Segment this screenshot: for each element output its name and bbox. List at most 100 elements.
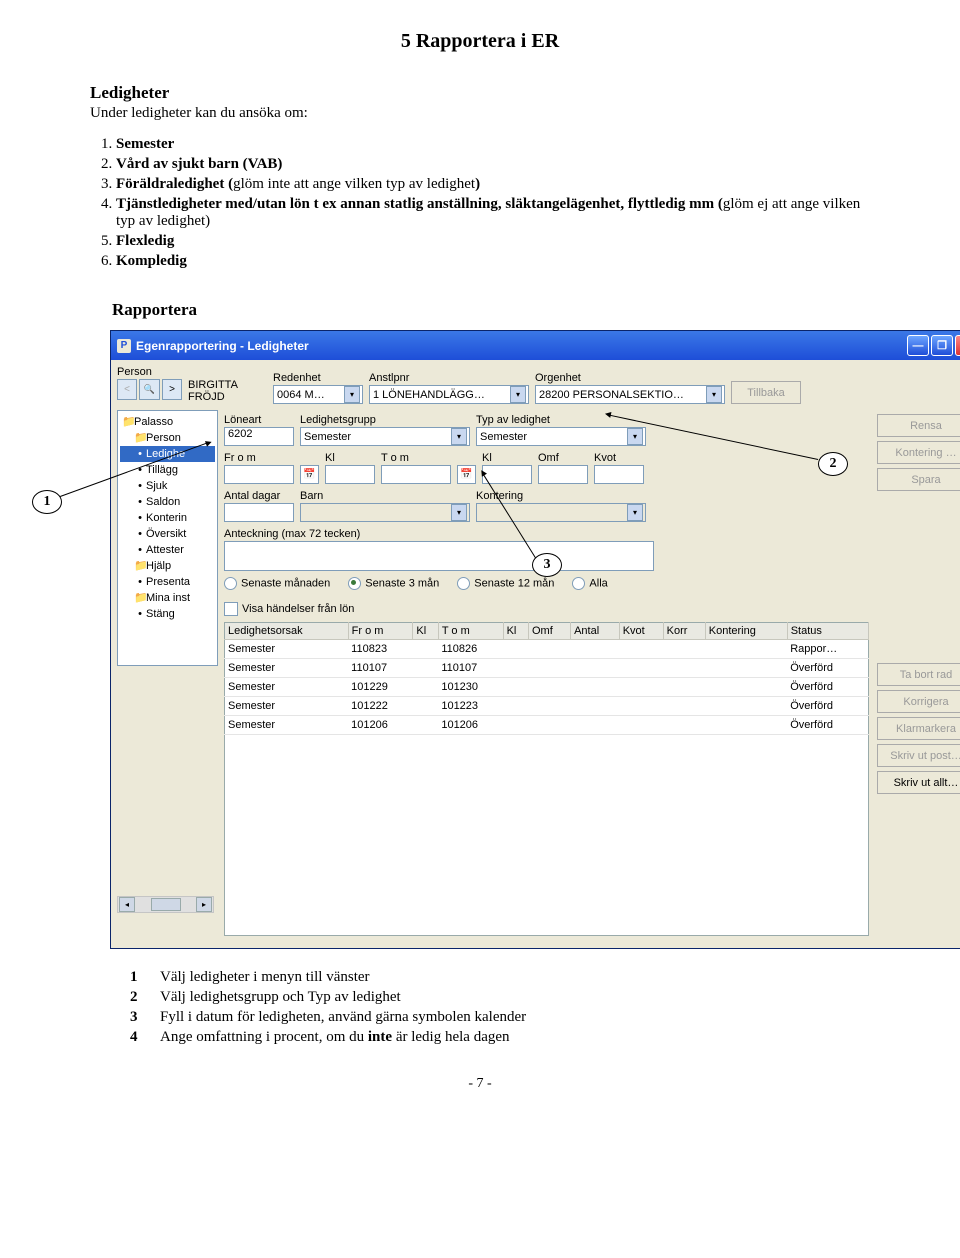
table-cell (503, 678, 528, 697)
omf-input[interactable] (538, 465, 588, 484)
ledigheter-grid[interactable]: Ledighetsorsak Fr o m Kl T o m Kl Omf An… (224, 622, 869, 735)
rensa-button[interactable]: Rensa (877, 414, 960, 437)
search-icon[interactable]: 🔍 (139, 379, 160, 400)
kontering-label: Kontering (476, 490, 646, 502)
col-header[interactable]: Status (787, 623, 868, 640)
radio-senaste-12[interactable]: Senaste 12 mån (457, 577, 554, 590)
kontering-button[interactable]: Kontering … (877, 441, 960, 464)
tree-item[interactable]: •Översikt (120, 526, 215, 542)
orgenhet-select[interactable]: 28200 PERSONALSEKTIO…▾ (535, 385, 725, 404)
list-item: Kompledig (116, 253, 187, 269)
doc-title: 5 Rapportera i ER (90, 30, 870, 53)
calendar-icon[interactable]: 📅 (300, 465, 319, 484)
minimize-icon[interactable]: — (907, 335, 929, 356)
spara-button[interactable]: Spara (877, 468, 960, 491)
col-header[interactable]: Kl (413, 623, 438, 640)
radio-senaste-manaden[interactable]: Senaste månaden (224, 577, 330, 590)
tree-item[interactable]: •Attester (120, 542, 215, 558)
tree-label: Palasso (134, 416, 173, 428)
nav-tree[interactable]: 📁Palasso 📁Person •Ledighe •Tillägg •Sjuk… (117, 410, 218, 666)
klarmarkera-button[interactable]: Klarmarkera (877, 717, 960, 740)
kl2-input[interactable] (482, 465, 532, 484)
list-item: Föräldraledighet ( (116, 176, 233, 192)
table-row[interactable]: Semester101229101230Överförd (225, 678, 869, 697)
tree-item[interactable]: •Saldon (120, 494, 215, 510)
table-cell (619, 659, 663, 678)
col-header[interactable]: Fr o m (348, 623, 413, 640)
col-header[interactable]: T o m (438, 623, 503, 640)
table-cell (619, 640, 663, 659)
radio-senaste-3[interactable]: Senaste 3 mån (348, 577, 439, 590)
tree-label: Hjälp (146, 560, 171, 572)
scroll-left-icon[interactable]: ◂ (119, 897, 135, 912)
table-cell (413, 640, 438, 659)
typ-select[interactable]: Semester▾ (476, 427, 646, 446)
tree-item[interactable]: •Stäng (120, 606, 215, 622)
table-cell: 101229 (348, 678, 413, 697)
korrigera-button[interactable]: Korrigera (877, 690, 960, 713)
tree-item[interactable]: •Sjuk (120, 478, 215, 494)
col-header[interactable]: Ledighetsorsak (225, 623, 349, 640)
table-cell (619, 678, 663, 697)
maximize-icon[interactable]: ❐ (931, 335, 953, 356)
scrollbar-horizontal[interactable]: ◂ ▸ (117, 896, 214, 913)
table-cell (663, 716, 705, 735)
col-header[interactable]: Korr (663, 623, 705, 640)
col-header[interactable]: Antal (571, 623, 620, 640)
ledgrupp-select[interactable]: Semester▾ (300, 427, 470, 446)
table-cell (503, 659, 528, 678)
tillbaka-button[interactable]: Tillbaka (731, 381, 801, 404)
scroll-thumb[interactable] (151, 898, 181, 911)
table-row[interactable]: Semester101206101206Överförd (225, 716, 869, 735)
app-icon: P (117, 339, 131, 353)
tom-label: T o m (381, 452, 451, 464)
table-cell (663, 659, 705, 678)
omf-label: Omf (538, 452, 588, 464)
prev-button[interactable]: < (117, 379, 137, 400)
table-cell: Överförd (787, 697, 868, 716)
loneart-input[interactable]: 6202 (224, 427, 294, 446)
instruction-list: 1Välj ledigheter i menyn till vänster 2V… (130, 969, 870, 1046)
table-cell (528, 716, 570, 735)
table-cell (413, 659, 438, 678)
tabort-button[interactable]: Ta bort rad (877, 663, 960, 686)
redenhet-select[interactable]: 0064 M…▾ (273, 385, 363, 404)
calendar-icon[interactable]: 📅 (457, 465, 476, 484)
table-cell (571, 659, 620, 678)
tree-item[interactable]: •Presenta (120, 574, 215, 590)
col-header[interactable]: Kl (503, 623, 528, 640)
table-cell: Semester (225, 697, 349, 716)
kvot-input[interactable] (594, 465, 644, 484)
table-row[interactable]: Semester110823110826Rappor… (225, 640, 869, 659)
tree-item[interactable]: 📁Hjälp (120, 558, 215, 574)
tree-item[interactable]: 📁Mina inst (120, 590, 215, 606)
chevron-down-icon: ▾ (451, 428, 467, 445)
anstlpnr-select[interactable]: 1 LÖNEHANDLÄGG…▾ (369, 385, 529, 404)
table-row[interactable]: Semester110107110107Överförd (225, 659, 869, 678)
skrivallt-button[interactable]: Skriv ut allt… (877, 771, 960, 794)
barn-select: ▾ (300, 503, 470, 522)
col-header[interactable]: Kontering (705, 623, 787, 640)
col-header[interactable]: Omf (528, 623, 570, 640)
from-input[interactable] (224, 465, 294, 484)
kl-input[interactable] (325, 465, 375, 484)
anstlpnr-value: 1 LÖNEHANDLÄGG… (373, 389, 485, 401)
tom-input[interactable] (381, 465, 451, 484)
close-icon[interactable]: ✕ (955, 335, 960, 356)
tree-item-selected[interactable]: •Ledighe (120, 446, 215, 462)
visa-checkbox[interactable]: Visa händelser från lön (224, 602, 869, 616)
skrivpost-button[interactable]: Skriv ut post… (877, 744, 960, 767)
antaldagar-input[interactable] (224, 503, 294, 522)
table-cell (619, 697, 663, 716)
anteckning-input[interactable] (224, 541, 654, 571)
tree-item[interactable]: 📁Palasso (120, 414, 215, 430)
radio-alla[interactable]: Alla (572, 577, 607, 590)
table-cell: 110823 (348, 640, 413, 659)
table-row[interactable]: Semester101222101223Överförd (225, 697, 869, 716)
scroll-right-icon[interactable]: ▸ (196, 897, 212, 912)
table-cell (571, 716, 620, 735)
tree-item[interactable]: •Konterin (120, 510, 215, 526)
col-header[interactable]: Kvot (619, 623, 663, 640)
next-button[interactable]: > (162, 379, 182, 400)
callout-3: 3 (532, 553, 562, 577)
